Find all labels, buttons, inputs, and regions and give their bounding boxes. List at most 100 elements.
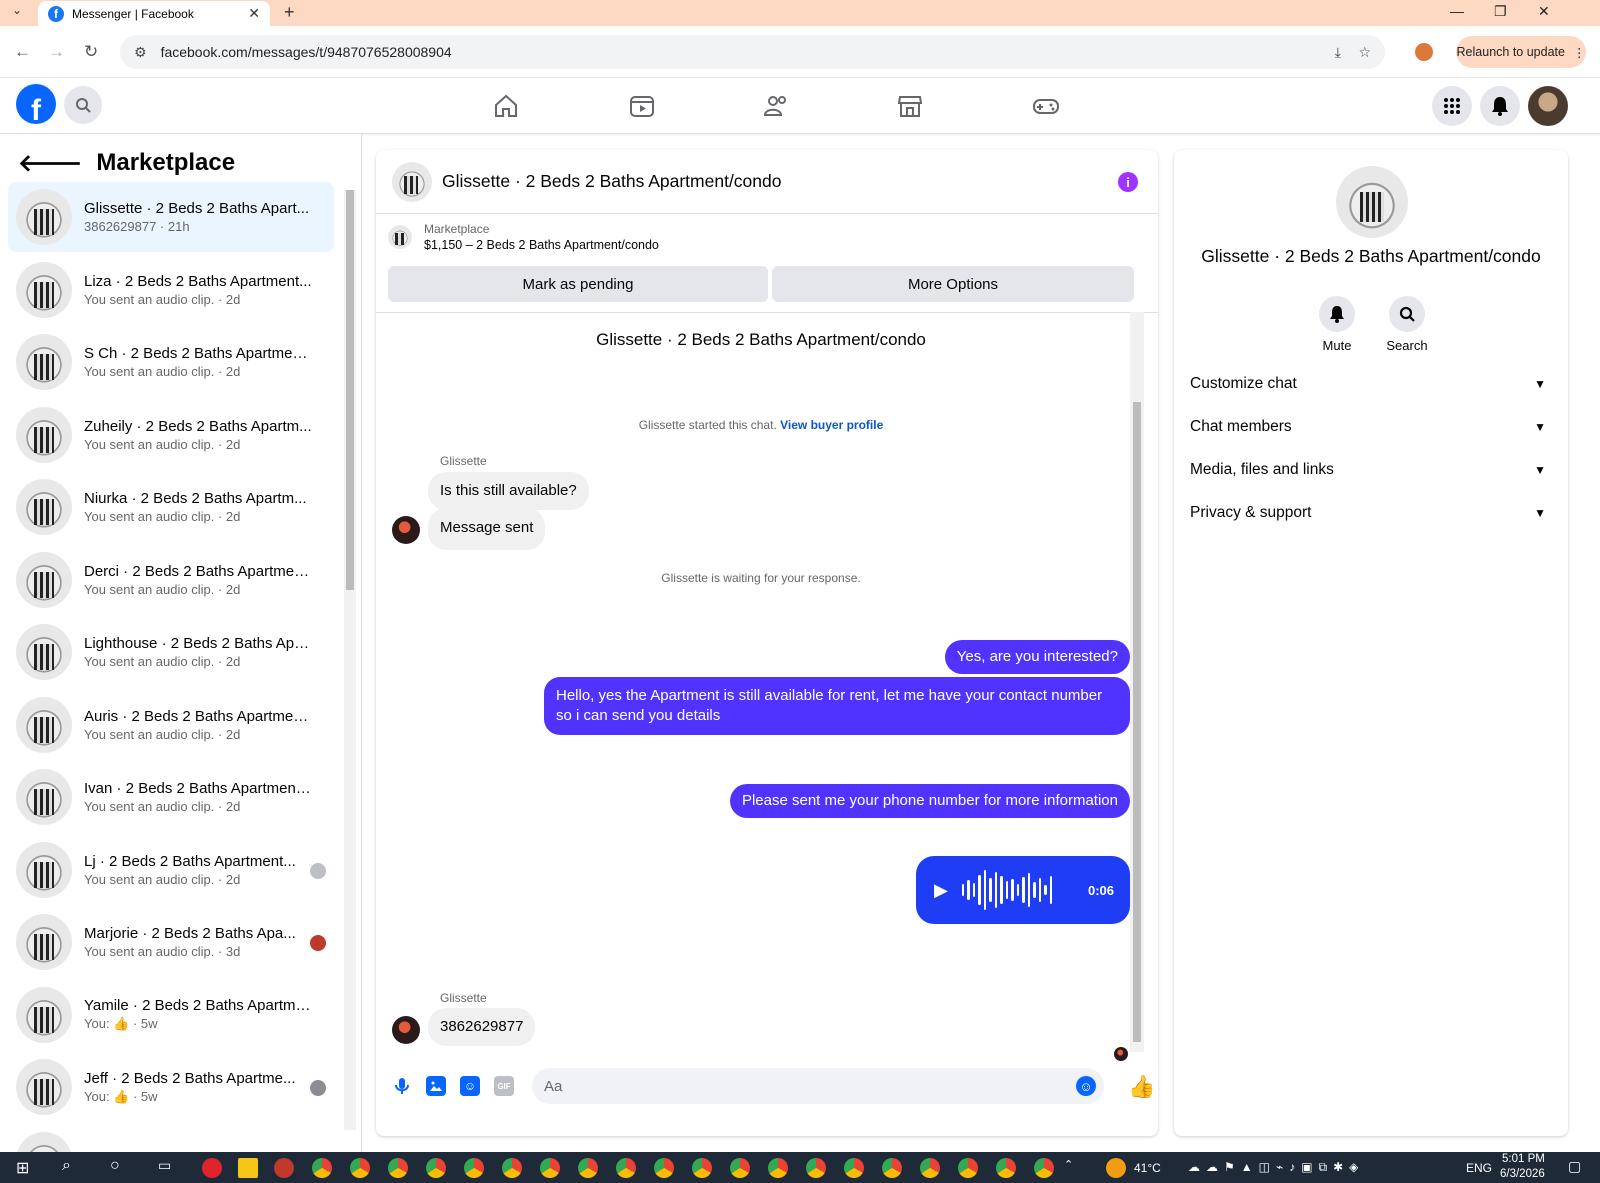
chrome-icon[interactable] [388, 1158, 408, 1178]
chrome-icon[interactable] [540, 1158, 560, 1178]
notifications-bell-icon[interactable] [1480, 86, 1520, 126]
restore-icon[interactable]: ❐ [1494, 3, 1507, 20]
language-indicator[interactable]: ENG [1466, 1161, 1492, 1175]
home-icon[interactable] [492, 92, 520, 120]
chat-title[interactable]: Glissette · 2 Beds 2 Baths Apartment/con… [442, 171, 782, 192]
opera-icon[interactable] [202, 1158, 222, 1178]
photo-icon[interactable] [426, 1076, 446, 1096]
url-field[interactable]: ⚙ facebook.com/messages/t/94870765280089… [120, 35, 1385, 69]
system-tray-icons[interactable]: ☁☁⚑▲◫⌁♪▣⧉✱◈ [1188, 1160, 1364, 1175]
chrome-icon[interactable] [578, 1158, 598, 1178]
chrome-icon[interactable] [996, 1158, 1016, 1178]
chrome-icon[interactable] [882, 1158, 902, 1178]
chat-members-row[interactable]: Chat members ▼ [1190, 405, 1552, 449]
bookmark-star-icon[interactable]: ☆ [1358, 44, 1371, 61]
scrollbar-thumb[interactable] [346, 190, 354, 590]
info-icon[interactable]: i [1118, 172, 1138, 192]
marketplace-icon[interactable] [896, 92, 924, 120]
mark-as-pending-button[interactable]: Mark as pending [388, 266, 768, 302]
video-icon[interactable] [628, 92, 656, 120]
new-tab-icon[interactable]: + [284, 2, 295, 23]
chrome-icon[interactable] [768, 1158, 788, 1178]
audio-clip-message[interactable]: ▶ 0:06 [916, 856, 1130, 924]
customize-chat-row[interactable]: Customize chat ▼ [1190, 362, 1552, 406]
incoming-message[interactable]: Is this still available? [428, 472, 589, 510]
conversation-item[interactable]: Marjorie · 2 Beds 2 Baths Apa... You sent… [8, 907, 334, 977]
cortana-icon[interactable]: ○ [110, 1157, 120, 1175]
account-avatar[interactable] [1528, 86, 1568, 126]
back-arrow-icon[interactable]: 🡐 [18, 148, 82, 178]
details-avatar[interactable] [1336, 166, 1408, 238]
search-icon[interactable]: ⌕ [62, 1157, 71, 1175]
listing-summary[interactable]: Marketplace $1,150 – 2 Beds 2 Baths Apar… [388, 222, 659, 252]
back-icon[interactable]: ← [14, 42, 31, 62]
conversation-item[interactable]: Niurka · 2 Beds 2 Baths Apartm... You sen… [8, 472, 334, 542]
outgoing-message[interactable]: Hello, yes the Apartment is still availa… [544, 677, 1130, 735]
chrome-icon[interactable] [654, 1158, 674, 1178]
tab-search-chevron-icon[interactable]: ⌄ [12, 3, 22, 17]
weather-icon[interactable] [1106, 1158, 1126, 1178]
sticker-icon[interactable]: ☺ [460, 1076, 480, 1096]
chrome-icon[interactable] [350, 1158, 370, 1178]
chat-scrollbar[interactable] [1130, 312, 1144, 1052]
search-icon[interactable] [64, 86, 102, 124]
windows-start-icon[interactable]: ⊞ [16, 1158, 29, 1178]
reload-icon[interactable]: ↻ [84, 42, 98, 62]
friends-icon[interactable] [762, 92, 790, 120]
chrome-icon[interactable] [806, 1158, 826, 1178]
scrollbar-thumb[interactable] [1133, 402, 1141, 1042]
sender-avatar[interactable] [392, 1016, 420, 1044]
relaunch-button[interactable]: Relaunch to update ⋮ [1456, 36, 1586, 68]
profile-avatar-icon[interactable] [1415, 43, 1433, 61]
audio-waveform[interactable] [961, 868, 1056, 912]
site-info-icon[interactable]: ⚙ [134, 44, 147, 61]
conversation-item[interactable]: Liza · 2 Beds 2 Baths Apartment... You se… [8, 255, 334, 325]
gif-icon[interactable]: GIF [494, 1076, 514, 1096]
conversation-item[interactable]: Lj · 2 Beds 2 Baths Apartment... You sent… [8, 835, 334, 905]
chrome-icon[interactable] [920, 1158, 940, 1178]
conversation-item[interactable]: Auris · 2 Beds 2 Baths Apartmen... You se… [8, 690, 334, 760]
outgoing-message[interactable]: Please sent me your phone number for mor… [729, 784, 1130, 818]
sticky-notes-icon[interactable] [238, 1158, 258, 1178]
chrome-icon[interactable] [958, 1158, 978, 1178]
clock-date[interactable]: 6/3/2026 [1500, 1168, 1545, 1180]
conversation-item[interactable]: Ivan · 2 Beds 2 Baths Apartment... You se… [8, 762, 334, 832]
task-view-icon[interactable]: ▭ [158, 1157, 171, 1174]
close-window-icon[interactable]: ✕ [1538, 3, 1550, 20]
microphone-icon[interactable] [392, 1076, 412, 1096]
browser-tab-messenger[interactable]: f Messenger | Facebook ✕ [38, 1, 270, 26]
chat-avatar[interactable] [392, 161, 432, 202]
chrome-icon[interactable] [844, 1158, 864, 1178]
outgoing-message[interactable]: Yes, are you interested? [944, 640, 1130, 674]
chrome-icon[interactable] [692, 1158, 712, 1178]
chrome-icon[interactable] [464, 1158, 484, 1178]
chrome-icon[interactable] [426, 1158, 446, 1178]
incoming-message[interactable]: 3862629877 [428, 1008, 536, 1046]
conversation-list-scrollbar[interactable] [344, 190, 356, 1130]
incoming-message[interactable]: Message sent [428, 508, 546, 550]
sender-avatar[interactable] [392, 516, 420, 544]
forward-icon[interactable]: → [48, 42, 65, 62]
menu-grid-icon[interactable] [1432, 86, 1472, 126]
menu-dots-icon[interactable]: ⋮ [1573, 45, 1586, 60]
search-button[interactable]: Search [1372, 296, 1442, 353]
conversation-item[interactable]: Derci · 2 Beds 2 Baths Apartmen... You se… [8, 545, 334, 615]
media-files-links-row[interactable]: Media, files and links ▼ [1190, 448, 1552, 492]
chrome-icon[interactable] [1034, 1158, 1054, 1178]
app-icon[interactable] [274, 1158, 294, 1178]
message-input[interactable]: Aa ☺ [532, 1068, 1104, 1104]
chrome-icon[interactable] [502, 1158, 522, 1178]
chrome-icon[interactable] [312, 1158, 332, 1178]
chrome-icon[interactable] [616, 1158, 636, 1178]
conversation-item[interactable]: Samantha · 2 Beds 2 Baths Apar... [8, 1125, 334, 1152]
gaming-icon[interactable] [1032, 92, 1060, 120]
mute-button[interactable]: Mute [1302, 296, 1372, 353]
conversation-item[interactable]: Jeff · 2 Beds 2 Baths Apartme... You: 👍 ·… [8, 1052, 334, 1122]
conversation-item[interactable]: Glissette · 2 Beds 2 Baths Apart... 38626… [8, 182, 334, 252]
view-buyer-profile-link[interactable]: View buyer profile [780, 418, 883, 432]
privacy-support-row[interactable]: Privacy & support ▼ [1190, 491, 1552, 535]
temperature[interactable]: 41°C [1134, 1161, 1161, 1175]
install-icon[interactable]: ⤓ [1335, 44, 1341, 61]
thumbs-up-icon[interactable]: 👍 [1128, 1074, 1155, 1100]
chevron-up-icon[interactable]: ⌃ [1064, 1158, 1073, 1171]
